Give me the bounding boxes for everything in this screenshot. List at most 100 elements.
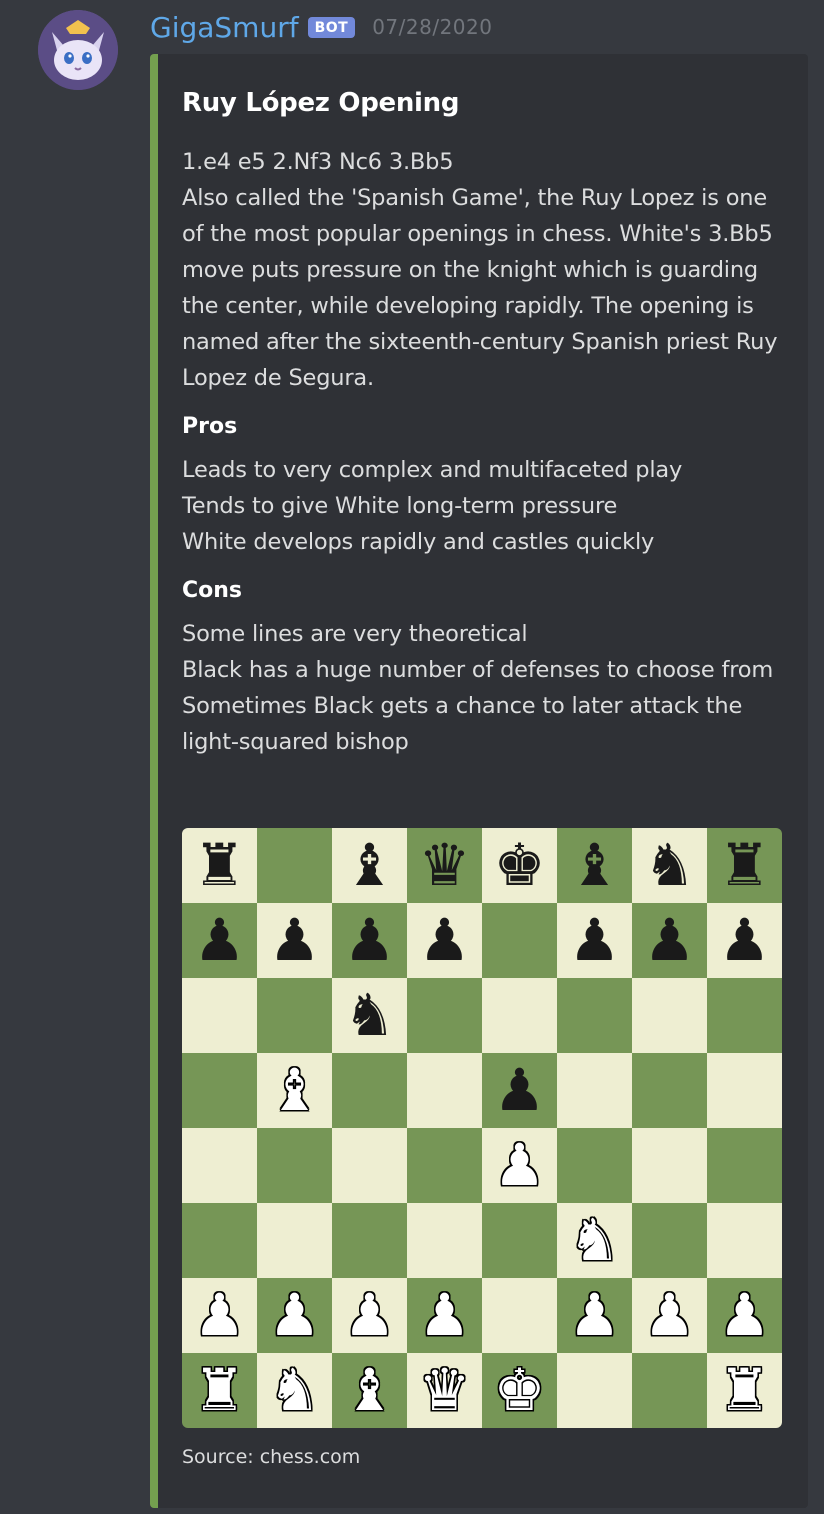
white-knight-icon: ♞	[568, 1206, 621, 1274]
chess-board-image[interactable]: ♜ ♝ ♛ ♚ ♝ ♞ ♜ ♟ ♟ ♟ ♟ ♟ ♟ ♟ ♞ ♝ ♟ ♟ ♞ ♟ ♟ ♟ ♟ ♟ ♟ ♟ ♜ ♞ ♝ ♛ ♚ ♜	[182, 828, 782, 1428]
black-pawn-icon: ♟	[193, 906, 246, 974]
bot-badge: BOT	[307, 16, 356, 38]
board-square	[632, 1053, 707, 1128]
white-queen-icon: ♛	[418, 1356, 471, 1424]
black-rook-icon: ♜	[193, 831, 246, 899]
board-square: ♞	[557, 1203, 632, 1278]
message-timestamp: 07/28/2020	[372, 15, 493, 39]
board-square: ♚	[482, 828, 557, 903]
board-square	[407, 978, 482, 1053]
board-square	[482, 903, 557, 978]
board-square	[407, 1203, 482, 1278]
white-pawn-icon: ♟	[418, 1281, 471, 1349]
white-pawn-icon: ♟	[568, 1281, 621, 1349]
black-pawn-icon: ♟	[268, 906, 321, 974]
board-square: ♞	[632, 828, 707, 903]
white-bishop-icon: ♝	[343, 1356, 396, 1424]
board-square: ♞	[332, 978, 407, 1053]
board-square	[707, 1053, 782, 1128]
cons-field-value: Some lines are very theoretical Black ha…	[182, 616, 792, 760]
board-square	[332, 1053, 407, 1128]
board-square: ♟	[557, 1278, 632, 1353]
list-item: Sometimes Black gets a chance to later a…	[182, 693, 743, 755]
board-square: ♟	[332, 903, 407, 978]
black-pawn-icon: ♟	[493, 1056, 546, 1124]
white-rook-icon: ♜	[718, 1356, 771, 1424]
white-pawn-icon: ♟	[268, 1281, 321, 1349]
board-square	[632, 1353, 707, 1428]
black-rook-icon: ♜	[718, 831, 771, 899]
board-square: ♟	[407, 903, 482, 978]
white-pawn-icon: ♟	[718, 1281, 771, 1349]
black-pawn-icon: ♟	[643, 906, 696, 974]
board-square: ♝	[332, 1353, 407, 1428]
board-square: ♜	[182, 828, 257, 903]
board-square	[257, 978, 332, 1053]
board-square: ♟	[482, 1128, 557, 1203]
board-square	[707, 1203, 782, 1278]
board-square	[632, 1128, 707, 1203]
black-knight-icon: ♞	[643, 831, 696, 899]
board-square: ♟	[182, 903, 257, 978]
black-bishop-icon: ♝	[343, 831, 396, 899]
white-pawn-icon: ♟	[193, 1281, 246, 1349]
board-square	[257, 1128, 332, 1203]
white-pawn-icon: ♟	[343, 1281, 396, 1349]
cat-avatar-icon[interactable]	[38, 10, 118, 90]
black-pawn-icon: ♟	[343, 906, 396, 974]
white-bishop-icon: ♝	[268, 1056, 321, 1124]
board-square: ♟	[407, 1278, 482, 1353]
board-square: ♟	[257, 1278, 332, 1353]
embed-footer: Source: chess.com	[182, 1446, 361, 1468]
opening-summary: Also called the 'Spanish Game', the Ruy …	[182, 185, 778, 391]
black-pawn-icon: ♟	[418, 906, 471, 974]
embed-description: 1.e4 e5 2.Nf3 Nc6 3.Bb5 Also called the …	[182, 144, 792, 396]
board-square: ♜	[707, 828, 782, 903]
white-king-icon: ♚	[493, 1356, 546, 1424]
cons-field-name: Cons	[182, 578, 243, 603]
board-square: ♟	[182, 1278, 257, 1353]
list-item: Black has a huge number of defenses to c…	[182, 657, 774, 683]
board-square	[182, 978, 257, 1053]
board-square: ♟	[257, 903, 332, 978]
white-pawn-icon: ♟	[643, 1281, 696, 1349]
move-sequence: 1.e4 e5 2.Nf3 Nc6 3.Bb5	[182, 149, 454, 175]
board-square: ♜	[707, 1353, 782, 1428]
username[interactable]: GigaSmurf	[150, 11, 299, 44]
board-square: ♟	[482, 1053, 557, 1128]
chat-message: GigaSmurf BOT 07/28/2020 Ruy López Openi…	[0, 0, 824, 1514]
board-square	[332, 1128, 407, 1203]
board-square: ♛	[407, 1353, 482, 1428]
board-square: ♟	[707, 1278, 782, 1353]
board-square: ♞	[257, 1353, 332, 1428]
black-king-icon: ♚	[493, 831, 546, 899]
white-knight-icon: ♞	[268, 1356, 321, 1424]
board-square: ♝	[257, 1053, 332, 1128]
board-square: ♜	[182, 1353, 257, 1428]
board-square	[257, 828, 332, 903]
board-square	[332, 1203, 407, 1278]
black-pawn-icon: ♟	[718, 906, 771, 974]
list-item: White develops rapidly and castles quick…	[182, 529, 655, 555]
board-square	[407, 1128, 482, 1203]
board-square	[182, 1053, 257, 1128]
board-square: ♚	[482, 1353, 557, 1428]
board-square: ♛	[407, 828, 482, 903]
board-square	[557, 1353, 632, 1428]
board-square	[482, 1278, 557, 1353]
board-square: ♟	[707, 903, 782, 978]
message-header: GigaSmurf BOT 07/28/2020	[150, 10, 492, 44]
board-square	[182, 1203, 257, 1278]
board-square	[632, 1203, 707, 1278]
board-square	[557, 978, 632, 1053]
white-pawn-icon: ♟	[493, 1131, 546, 1199]
board-square: ♟	[332, 1278, 407, 1353]
black-knight-icon: ♞	[343, 981, 396, 1049]
board-square	[407, 1053, 482, 1128]
board-square	[182, 1128, 257, 1203]
board-square	[557, 1053, 632, 1128]
board-square: ♝	[332, 828, 407, 903]
board-square	[257, 1203, 332, 1278]
pros-field-name: Pros	[182, 414, 238, 439]
board-square	[557, 1128, 632, 1203]
